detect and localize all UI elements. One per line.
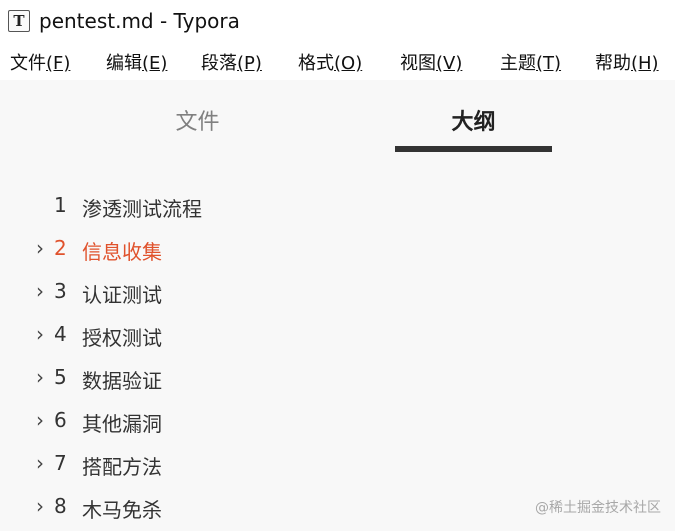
outline-item[interactable]: 1 渗透测试流程 (0, 185, 400, 225)
outline-item-label: 认证测试 (82, 283, 162, 307)
tab-files[interactable]: 文件 (150, 104, 245, 136)
sidebar: 文件 大纲 1 渗透测试流程 › 2 信息收集 › 3 认证测试 › 4 授权测… (0, 80, 675, 531)
outline-item-label: 木马免杀 (82, 498, 162, 522)
expand-chevron-icon[interactable]: › (36, 495, 50, 517)
outline-item-label: 数据验证 (82, 369, 162, 393)
expand-chevron-icon[interactable]: › (36, 452, 50, 474)
menu-edit[interactable]: 编辑(E) (106, 49, 167, 75)
menu-bar: 文件(F) 编辑(E) 段落(P) 格式(O) 视图(V) 主题(T) 帮助(H… (0, 44, 675, 80)
title-bar: T pentest.md - Typora (0, 0, 675, 42)
expand-chevron-icon[interactable]: › (36, 280, 50, 302)
active-tab-indicator (395, 146, 552, 152)
window-title: pentest.md - Typora (39, 9, 240, 33)
menu-view[interactable]: 视图(V) (400, 49, 462, 75)
menu-paragraph[interactable]: 段落(P) (201, 49, 262, 75)
outline-item-number: 7 (54, 451, 67, 475)
expand-chevron-icon[interactable]: › (36, 409, 50, 431)
outline-item-label: 渗透测试流程 (82, 197, 202, 221)
tab-outline[interactable]: 大纲 (395, 104, 552, 136)
menu-help[interactable]: 帮助(H) (595, 49, 659, 75)
outline-item-label: 信息收集 (82, 240, 162, 264)
outline-item-number: 3 (54, 279, 67, 303)
outline-item-label: 搭配方法 (82, 455, 162, 479)
outline-item[interactable]: › 8 木马免杀 (0, 486, 400, 526)
outline-item[interactable]: › 5 数据验证 (0, 357, 400, 397)
menu-file[interactable]: 文件(F) (10, 49, 70, 75)
outline-item-number: 8 (54, 494, 67, 518)
outline-item-label: 其他漏洞 (82, 412, 162, 436)
sidebar-tabs: 文件 大纲 (0, 80, 675, 155)
outline-item-number: 4 (54, 322, 67, 346)
outline-item[interactable]: › 4 授权测试 (0, 314, 400, 354)
expand-chevron-icon[interactable]: › (36, 237, 50, 259)
outline-item[interactable]: › 7 搭配方法 (0, 443, 400, 483)
expand-chevron-icon[interactable]: › (36, 323, 50, 345)
menu-theme[interactable]: 主题(T) (500, 49, 561, 75)
watermark: @稀土掘金技术社区 (535, 500, 661, 516)
outline-item[interactable]: › 3 认证测试 (0, 271, 400, 311)
outline-item-number: 5 (54, 365, 67, 389)
expand-chevron-icon[interactable] (36, 194, 50, 216)
menu-format[interactable]: 格式(O) (298, 49, 362, 75)
outline-item-number: 2 (54, 236, 67, 260)
outline-item[interactable]: › 6 其他漏洞 (0, 400, 400, 440)
outline-item-number: 6 (54, 408, 67, 432)
outline-item-active[interactable]: › 2 信息收集 (0, 228, 400, 268)
expand-chevron-icon[interactable]: › (36, 366, 50, 388)
outline-item-label: 授权测试 (82, 326, 162, 350)
outline-item-number: 1 (54, 193, 67, 217)
typora-app-icon: T (8, 10, 30, 32)
